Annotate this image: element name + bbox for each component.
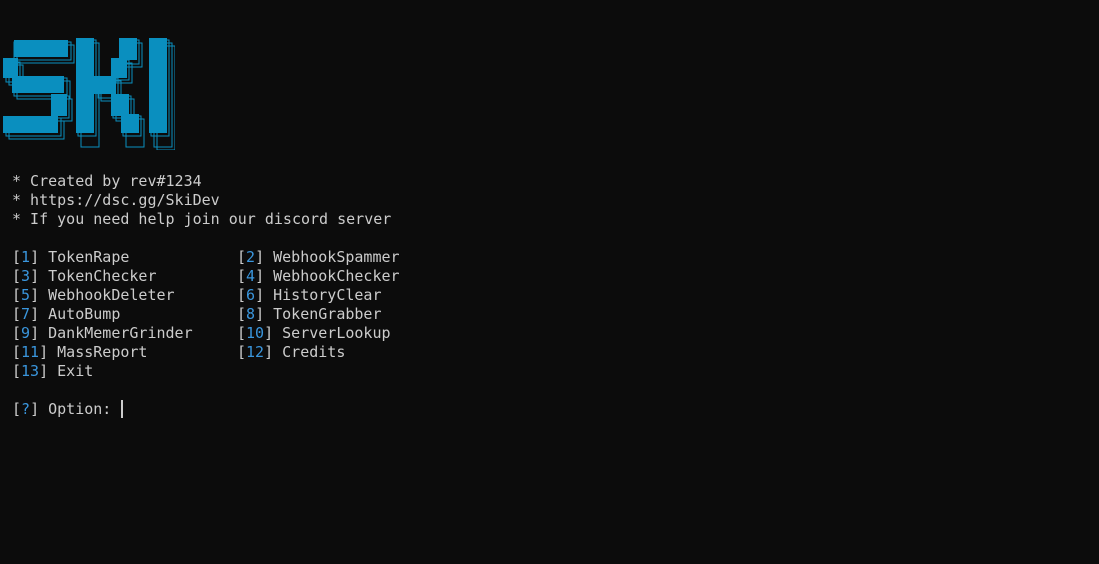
- menu-item-number: 6: [246, 286, 256, 304]
- menu-item-number: 9: [21, 324, 31, 342]
- menu-item-12: [12] Credits: [237, 343, 346, 361]
- menu-item-label: WebhookSpammer: [273, 248, 400, 266]
- menu-item-label: WebhookChecker: [273, 267, 400, 285]
- info-discord-link: * https://dsc.gg/SkiDev: [12, 191, 220, 209]
- menu-item-number: 10: [246, 324, 265, 342]
- menu-item-7: [7] AutoBump: [12, 305, 121, 323]
- menu-item-number: 13: [21, 362, 40, 380]
- menu-item-number: 7: [21, 305, 31, 323]
- menu-item-label: AutoBump: [48, 305, 121, 323]
- info-help-line: * If you need help join our discord serv…: [12, 210, 392, 228]
- text-cursor[interactable]: [121, 400, 124, 418]
- menu-item-11: [11] MassReport: [12, 343, 148, 361]
- menu-item-number: 12: [246, 343, 265, 361]
- menu-item-number: 11: [21, 343, 40, 361]
- menu-item-5: [5] WebhookDeleter: [12, 286, 175, 304]
- ski-logo: [3, 38, 175, 150]
- terminal-window[interactable]: * Created by rev#1234 * https://dsc.gg/S…: [0, 0, 1099, 564]
- menu-item-9: [9] DankMemerGrinder: [12, 324, 193, 342]
- prompt-symbol: ?: [21, 400, 31, 418]
- menu-item-number: 5: [21, 286, 31, 304]
- menu-item-number: 2: [246, 248, 256, 266]
- menu-item-number: 4: [246, 267, 256, 285]
- menu-item-number: 3: [21, 267, 31, 285]
- option-prompt[interactable]: [?] Option:: [12, 400, 124, 419]
- menu-item-6: [6] HistoryClear: [237, 286, 382, 304]
- menu-item-8: [8] TokenGrabber: [237, 305, 382, 323]
- menu-item-label: Exit: [57, 362, 94, 380]
- menu-item-13: [13] Exit: [12, 362, 94, 380]
- menu-item-label: WebhookDeleter: [48, 286, 175, 304]
- menu-item-label: TokenGrabber: [273, 305, 382, 323]
- menu-item-3: [3] TokenChecker: [12, 267, 157, 285]
- menu-item-label: DankMemerGrinder: [48, 324, 193, 342]
- menu-item-1: [1] TokenRape: [12, 248, 130, 266]
- prompt-label: Option:: [48, 400, 112, 418]
- menu-item-label: MassReport: [57, 343, 148, 361]
- menu-item-4: [4] WebhookChecker: [237, 267, 400, 285]
- menu-item-10: [10] ServerLookup: [237, 324, 391, 342]
- menu-item-number: 1: [21, 248, 31, 266]
- menu-item-number: 8: [246, 305, 256, 323]
- menu-item-label: TokenChecker: [48, 267, 157, 285]
- info-created-by: * Created by rev#1234: [12, 172, 202, 190]
- menu-item-label: ServerLookup: [282, 324, 391, 342]
- menu-item-label: Credits: [282, 343, 346, 361]
- menu-item-label: HistoryClear: [273, 286, 382, 304]
- menu-item-label: TokenRape: [48, 248, 130, 266]
- menu-item-2: [2] WebhookSpammer: [237, 248, 400, 266]
